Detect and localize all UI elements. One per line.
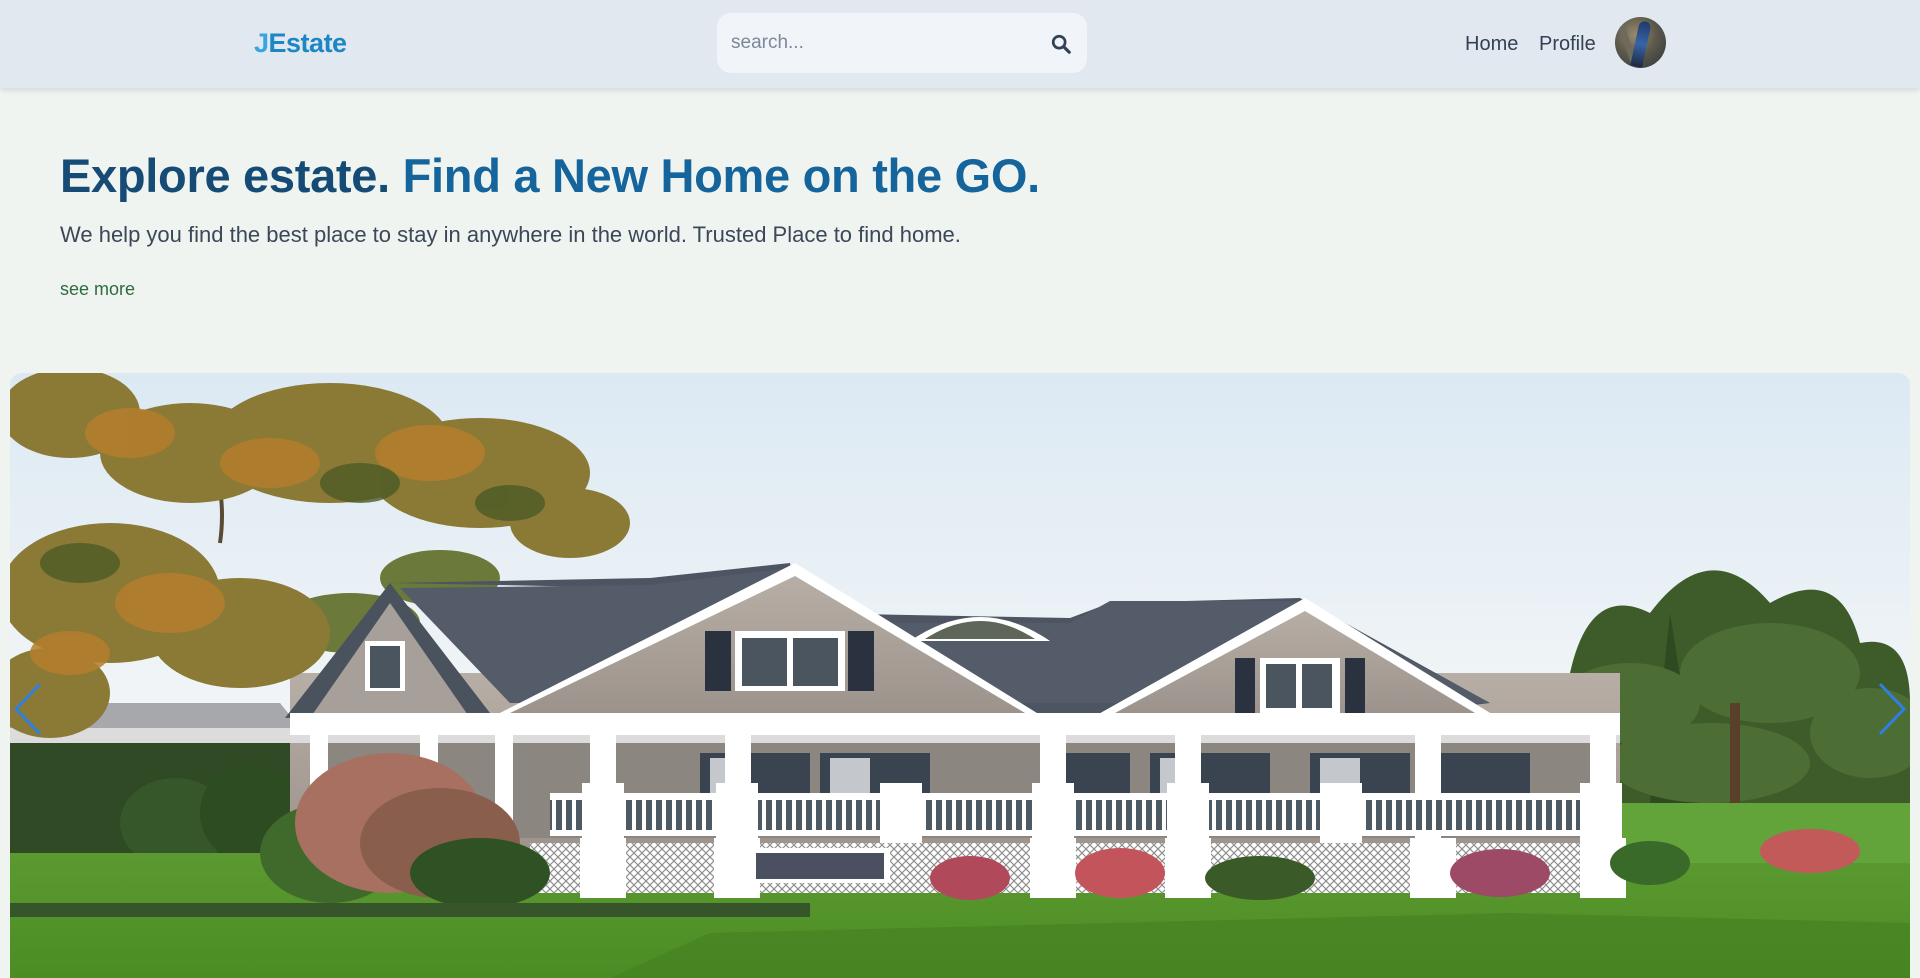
logo-text: Estate bbox=[268, 28, 348, 58]
avatar-figure bbox=[1630, 20, 1652, 68]
search-icon[interactable] bbox=[1050, 33, 1072, 55]
hero-subtitle: We help you find the best place to stay … bbox=[60, 222, 961, 247]
see-more-link[interactable]: see more bbox=[60, 279, 135, 300]
title-part-accent: Find a New Home on the GO. bbox=[402, 149, 1041, 202]
search-box bbox=[717, 13, 1087, 73]
brand-logo[interactable]: JEstate bbox=[254, 28, 347, 59]
nav-home-link[interactable]: Home bbox=[1465, 33, 1518, 56]
avatar[interactable] bbox=[1615, 17, 1666, 68]
page-title: Explore estate. Find a New Home on the G… bbox=[60, 148, 1040, 203]
image-carousel[interactable] bbox=[10, 373, 1910, 978]
top-navbar: JEstate Home Profile bbox=[0, 0, 1920, 88]
logo-initial: J bbox=[254, 28, 269, 58]
chevron-right-icon[interactable] bbox=[1870, 680, 1910, 738]
house-photo bbox=[10, 373, 1910, 978]
title-part-dark: Explore estate. bbox=[60, 149, 403, 202]
search-input[interactable] bbox=[731, 13, 1031, 73]
chevron-left-icon[interactable] bbox=[10, 680, 50, 738]
nav-profile-link[interactable]: Profile bbox=[1539, 33, 1596, 56]
